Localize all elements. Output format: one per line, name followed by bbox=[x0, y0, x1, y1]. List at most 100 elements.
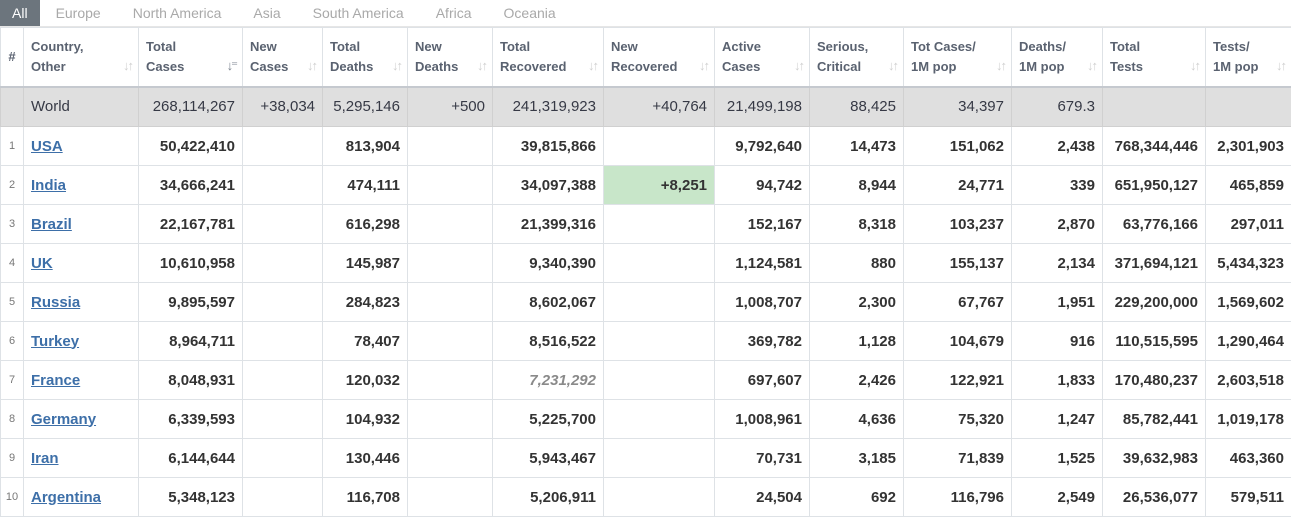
country-link[interactable]: Turkey bbox=[31, 333, 79, 350]
header-label-line2: Recovered bbox=[611, 59, 677, 74]
active-cases-cell: 697,607 bbox=[715, 361, 810, 400]
header-serious-critical[interactable]: Serious,Critical↓↑ bbox=[810, 28, 904, 87]
country-link[interactable]: France bbox=[31, 372, 80, 389]
header-total-cases[interactable]: TotalCases↓⁼ bbox=[139, 28, 243, 87]
total-tests-cell: 26,536,077 bbox=[1103, 478, 1206, 517]
row-index: 10 bbox=[1, 478, 24, 517]
total-recovered-cell: 5,943,467 bbox=[493, 439, 604, 478]
new-recovered-cell bbox=[604, 127, 715, 166]
new-cases-cell bbox=[243, 439, 323, 478]
tests-per-million-cell: 1,290,464 bbox=[1206, 322, 1291, 361]
header-deaths-per-million[interactable]: Deaths/1M pop↓↑ bbox=[1012, 28, 1103, 87]
serious-critical-cell: 88,425 bbox=[810, 87, 904, 127]
tab-oceania[interactable]: Oceania bbox=[488, 0, 572, 26]
table-row: 1USA50,422,410813,90439,815,8669,792,640… bbox=[1, 127, 1291, 166]
header-index[interactable]: # bbox=[1, 28, 24, 87]
total-tests-cell: 229,200,000 bbox=[1103, 283, 1206, 322]
country-name: USA bbox=[24, 127, 139, 166]
total-deaths-cell: 130,446 bbox=[323, 439, 408, 478]
serious-critical-cell: 14,473 bbox=[810, 127, 904, 166]
header-tests-per-million[interactable]: Tests/1M pop↓↑ bbox=[1206, 28, 1291, 87]
country-link[interactable]: Iran bbox=[31, 450, 59, 467]
total-recovered-cell: 5,225,700 bbox=[493, 400, 604, 439]
cases-per-million-cell: 155,137 bbox=[904, 244, 1012, 283]
covid-stats-table: # Country,Other↓↑ TotalCases↓⁼ NewCases↓… bbox=[0, 27, 1291, 517]
deaths-per-million-cell: 1,525 bbox=[1012, 439, 1103, 478]
total-recovered-cell: 9,340,390 bbox=[493, 244, 604, 283]
header-label-line2: Cases bbox=[722, 59, 760, 74]
cases-per-million-cell: 24,771 bbox=[904, 166, 1012, 205]
country-link[interactable]: UK bbox=[31, 255, 53, 272]
cases-per-million-cell: 116,796 bbox=[904, 478, 1012, 517]
table-row: 4UK10,610,958145,9879,340,3901,124,58188… bbox=[1, 244, 1291, 283]
new-recovered-cell bbox=[604, 361, 715, 400]
total-cases-cell: 8,964,711 bbox=[139, 322, 243, 361]
deaths-per-million-cell: 2,438 bbox=[1012, 127, 1103, 166]
table-row: 9Iran6,144,644130,4465,943,46770,7313,18… bbox=[1, 439, 1291, 478]
total-deaths-cell: 116,708 bbox=[323, 478, 408, 517]
new-deaths-cell bbox=[408, 400, 493, 439]
sort-arrows-icon: ↓↑ bbox=[888, 56, 897, 76]
country-link[interactable]: Russia bbox=[31, 294, 80, 311]
header-cases-per-million[interactable]: Tot Cases/1M pop↓↑ bbox=[904, 28, 1012, 87]
cases-per-million-cell: 75,320 bbox=[904, 400, 1012, 439]
country-name: India bbox=[24, 166, 139, 205]
new-recovered-cell bbox=[604, 400, 715, 439]
total-cases-cell: 6,144,644 bbox=[139, 439, 243, 478]
country-name: Russia bbox=[24, 283, 139, 322]
country-name: World bbox=[24, 87, 139, 127]
table-row: 6Turkey8,964,71178,4078,516,522369,7821,… bbox=[1, 322, 1291, 361]
total-recovered-cell: 34,097,388 bbox=[493, 166, 604, 205]
header-country[interactable]: Country,Other↓↑ bbox=[24, 28, 139, 87]
table-row: 2India34,666,241474,11134,097,388+8,2519… bbox=[1, 166, 1291, 205]
total-deaths-cell: 104,932 bbox=[323, 400, 408, 439]
total-cases-cell: 6,339,593 bbox=[139, 400, 243, 439]
active-cases-cell: 70,731 bbox=[715, 439, 810, 478]
header-active-cases[interactable]: ActiveCases↓↑ bbox=[715, 28, 810, 87]
header-label-line1: Tot Cases/ bbox=[911, 39, 976, 54]
tab-europe[interactable]: Europe bbox=[40, 0, 117, 26]
header-total-deaths[interactable]: TotalDeaths↓↑ bbox=[323, 28, 408, 87]
tab-north-america[interactable]: North America bbox=[117, 0, 238, 26]
serious-critical-cell: 1,128 bbox=[810, 322, 904, 361]
country-name: France bbox=[24, 361, 139, 400]
country-link[interactable]: India bbox=[31, 177, 66, 194]
deaths-per-million-cell: 2,870 bbox=[1012, 205, 1103, 244]
row-index: 2 bbox=[1, 166, 24, 205]
deaths-per-million-cell: 1,951 bbox=[1012, 283, 1103, 322]
country-link[interactable]: Brazil bbox=[31, 216, 72, 233]
country-link[interactable]: USA bbox=[31, 138, 63, 155]
row-index: 6 bbox=[1, 322, 24, 361]
header-new-cases[interactable]: NewCases↓↑ bbox=[243, 28, 323, 87]
total-tests-cell: 110,515,595 bbox=[1103, 322, 1206, 361]
row-index: 9 bbox=[1, 439, 24, 478]
country-link[interactable]: Germany bbox=[31, 411, 96, 428]
deaths-per-million-cell: 679.3 bbox=[1012, 87, 1103, 127]
total-recovered-cell: 21,399,316 bbox=[493, 205, 604, 244]
header-new-deaths[interactable]: NewDeaths↓↑ bbox=[408, 28, 493, 87]
sort-arrows-icon: ↓↑ bbox=[1276, 56, 1285, 76]
header-total-recovered[interactable]: TotalRecovered↓↑ bbox=[493, 28, 604, 87]
total-cases-cell: 8,048,931 bbox=[139, 361, 243, 400]
tab-asia[interactable]: Asia bbox=[237, 0, 296, 26]
cases-per-million-cell: 122,921 bbox=[904, 361, 1012, 400]
row-index: 7 bbox=[1, 361, 24, 400]
table-row: 7France8,048,931120,0327,231,292697,6072… bbox=[1, 361, 1291, 400]
country-name: Argentina bbox=[24, 478, 139, 517]
new-cases-cell bbox=[243, 127, 323, 166]
header-total-tests[interactable]: TotalTests↓↑ bbox=[1103, 28, 1206, 87]
tab-south-america[interactable]: South America bbox=[297, 0, 420, 26]
header-label-line1: Total bbox=[1110, 39, 1140, 54]
sort-arrows-icon: ↓↑ bbox=[996, 56, 1005, 76]
total-cases-cell: 5,348,123 bbox=[139, 478, 243, 517]
header-new-recovered[interactable]: NewRecovered↓↑ bbox=[604, 28, 715, 87]
tab-all[interactable]: All bbox=[0, 0, 40, 26]
header-label-line2: Cases bbox=[146, 59, 184, 74]
header-label-line1: Country, bbox=[31, 39, 83, 54]
tab-africa[interactable]: Africa bbox=[420, 0, 488, 26]
tests-per-million-cell: 297,011 bbox=[1206, 205, 1291, 244]
country-link[interactable]: Argentina bbox=[31, 489, 101, 506]
tests-per-million-cell: 1,019,178 bbox=[1206, 400, 1291, 439]
new-cases-cell bbox=[243, 283, 323, 322]
serious-critical-cell: 880 bbox=[810, 244, 904, 283]
